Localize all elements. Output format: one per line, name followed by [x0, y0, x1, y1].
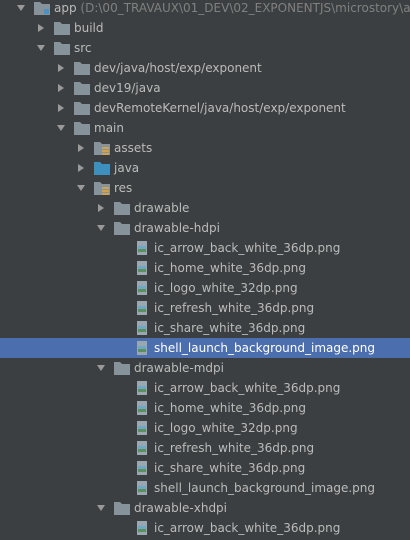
file-row[interactable]: ic_share_white_36dp.png [0, 458, 410, 478]
tree-node-main[interactable]: main [0, 118, 410, 138]
folder-label: java [114, 161, 140, 175]
chevron-down-icon[interactable] [16, 0, 26, 18]
tree-node-assets[interactable]: assets [0, 138, 410, 158]
folder-label: build [74, 21, 104, 35]
module-name: app [54, 1, 77, 15]
folder-icon [114, 201, 130, 215]
image-file-icon [134, 421, 150, 435]
file-label: ic_home_white_36dp.png [154, 401, 306, 415]
chevron-down-icon[interactable] [36, 38, 46, 58]
folder-icon [54, 41, 70, 55]
chevron-right-icon[interactable] [56, 78, 66, 98]
folder-label: assets [114, 141, 153, 155]
folder-label: drawable-mdpi [134, 361, 224, 375]
tree-node-drawable-mdpi[interactable]: drawable-mdpi [0, 358, 410, 378]
image-file-icon [134, 241, 150, 255]
tree-node-build[interactable]: build [0, 18, 410, 38]
project-tree: app (D:\00_TRAVAUX\01_DEV\02_EXPONENTJS\… [0, 0, 410, 538]
file-label: ic_arrow_back_white_36dp.png [154, 521, 341, 535]
file-label: ic_arrow_back_white_36dp.png [154, 241, 341, 255]
folder-label: devRemoteKernel/java/host/exp/exponent [94, 101, 346, 115]
chevron-down-icon[interactable] [96, 218, 106, 238]
file-label: ic_logo_white_32dp.png [154, 421, 298, 435]
tree-node-drawable-xhdpi[interactable]: drawable-xhdpi [0, 498, 410, 518]
tree-node-dev-remote-kernel[interactable]: devRemoteKernel/java/host/exp/exponent [0, 98, 410, 118]
file-label: ic_home_white_36dp.png [154, 261, 306, 275]
folder-icon [114, 501, 130, 515]
tree-node-dev-java[interactable]: dev/java/host/exp/exponent [0, 58, 410, 78]
folder-icon [114, 221, 130, 235]
chevron-right-icon[interactable] [56, 98, 66, 118]
chevron-right-icon[interactable] [76, 138, 86, 158]
tree-node-drawable-hdpi[interactable]: drawable-hdpi [0, 218, 410, 238]
file-row[interactable]: ic_logo_white_32dp.png [0, 418, 410, 438]
file-label: ic_refresh_white_36dp.png [154, 441, 315, 455]
file-row[interactable]: ic_arrow_back_white_36dp.png [0, 378, 410, 398]
folder-label: src [74, 41, 92, 55]
file-row[interactable]: ic_home_white_36dp.png [0, 258, 410, 278]
folder-label: res [114, 181, 133, 195]
image-file-icon [134, 261, 150, 275]
file-row[interactable]: ic_logo_white_32dp.png [0, 278, 410, 298]
file-label: ic_arrow_back_white_36dp.png [154, 381, 341, 395]
image-file-icon [134, 341, 150, 355]
folder-icon [74, 61, 90, 75]
file-row[interactable]: ic_refresh_white_36dp.png [0, 298, 410, 318]
file-row[interactable]: ic_arrow_back_white_36dp.png [0, 238, 410, 258]
image-file-icon [134, 521, 150, 535]
file-row[interactable]: ic_home_white_36dp.png [0, 398, 410, 418]
folder-icon [114, 361, 130, 375]
folder-label: dev/java/host/exp/exponent [94, 61, 262, 75]
file-row[interactable]: ic_arrow_back_white_36dp.png [0, 518, 410, 538]
file-row[interactable]: ic_share_white_36dp.png [0, 318, 410, 338]
file-label: shell_launch_background_image.png [154, 341, 376, 355]
image-file-icon [134, 441, 150, 455]
file-row[interactable]: ic_refresh_white_36dp.png [0, 438, 410, 458]
chevron-down-icon[interactable] [56, 118, 66, 138]
image-file-icon [134, 281, 150, 295]
folder-icon [74, 121, 90, 135]
file-label: ic_refresh_white_36dp.png [154, 301, 315, 315]
resource-folder-icon [94, 181, 110, 195]
folder-label: dev19/java [94, 81, 161, 95]
image-file-icon [134, 461, 150, 475]
chevron-right-icon[interactable] [56, 58, 66, 78]
module-path: (D:\00_TRAVAUX\01_DEV\02_EXPONENTJS\micr… [80, 1, 410, 15]
folder-icon [74, 81, 90, 95]
file-label: ic_share_white_36dp.png [154, 461, 306, 475]
chevron-right-icon[interactable] [36, 18, 46, 38]
file-row[interactable]: shell_launch_background_image.png [0, 478, 410, 498]
image-file-icon [134, 381, 150, 395]
module-folder-icon [34, 1, 50, 15]
chevron-down-icon[interactable] [96, 498, 106, 518]
file-label: ic_logo_white_32dp.png [154, 281, 298, 295]
file-label: ic_share_white_36dp.png [154, 321, 306, 335]
folder-label: drawable-hdpi [134, 221, 220, 235]
source-folder-icon [94, 161, 110, 175]
image-file-icon [134, 321, 150, 335]
image-file-icon [134, 401, 150, 415]
folder-icon [74, 101, 90, 115]
folder-icon [54, 21, 70, 35]
tree-node-src[interactable]: src [0, 38, 410, 58]
image-file-icon [134, 481, 150, 495]
chevron-down-icon[interactable] [96, 358, 106, 378]
file-label: shell_launch_background_image.png [154, 481, 376, 495]
chevron-right-icon[interactable] [76, 158, 86, 178]
assets-folder-icon [94, 141, 110, 155]
tree-node-dev19-java[interactable]: dev19/java [0, 78, 410, 98]
image-file-icon [134, 301, 150, 315]
file-row-selected[interactable]: shell_launch_background_image.png [0, 338, 410, 358]
chevron-down-icon[interactable] [76, 178, 86, 198]
folder-label: drawable [134, 201, 190, 215]
chevron-right-icon[interactable] [96, 198, 106, 218]
tree-node-java[interactable]: java [0, 158, 410, 178]
folder-label: main [94, 121, 124, 135]
tree-node-app[interactable]: app (D:\00_TRAVAUX\01_DEV\02_EXPONENTJS\… [0, 0, 410, 18]
tree-node-drawable[interactable]: drawable [0, 198, 410, 218]
tree-node-res[interactable]: res [0, 178, 410, 198]
folder-label: drawable-xhdpi [134, 501, 228, 515]
